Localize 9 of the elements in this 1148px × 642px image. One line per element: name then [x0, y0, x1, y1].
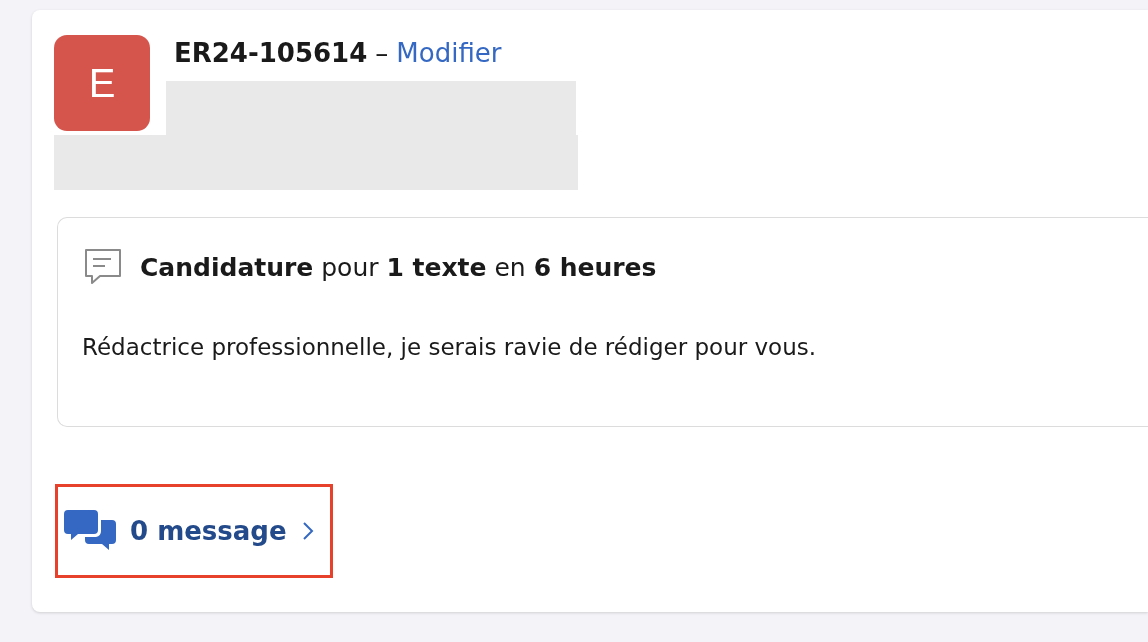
reference-number: ER24-105614	[174, 38, 368, 68]
proposal-headline: Candidature pour 1 texte en 6 heures	[140, 252, 657, 282]
chevron-right-icon	[300, 520, 315, 542]
separator: –	[375, 38, 389, 68]
edit-link[interactable]: Modifier	[396, 38, 502, 68]
messages-count: 0 message	[130, 516, 287, 546]
proposal-message: Rédactrice professionnelle, je serais ravie de rédiger pour vous.	[82, 334, 818, 360]
messages-link[interactable]: 0 message	[64, 508, 315, 554]
avatar: E	[54, 35, 150, 131]
